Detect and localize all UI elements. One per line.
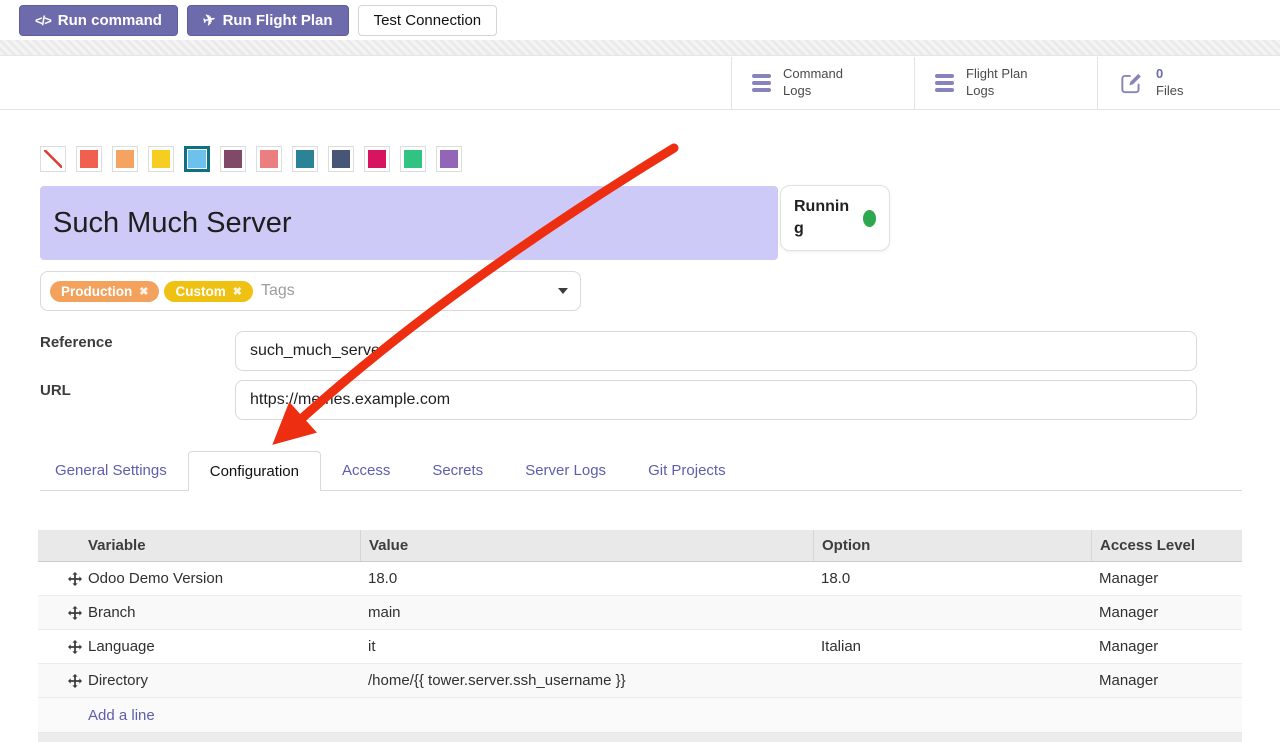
tab-git-projects[interactable]: Git Projects (627, 451, 747, 490)
url-value: https://memes.example.com (250, 391, 450, 409)
list-icon (935, 74, 954, 92)
drag-handle-icon[interactable] (68, 606, 88, 620)
files-count: 0 (1156, 66, 1163, 81)
remove-tag-icon[interactable]: ✖ (139, 285, 148, 298)
color-swatch-salmon-pink[interactable] (256, 146, 282, 172)
color-swatch-dark-blue[interactable] (328, 146, 354, 172)
table-row[interactable]: Odoo Demo Version 18.0 18.0 Manager (38, 562, 1242, 596)
run-command-label: Run command (58, 12, 162, 29)
url-input[interactable]: https://memes.example.com (235, 380, 1197, 420)
column-header-variable[interactable]: Variable (88, 530, 360, 561)
reference-value: such_much_server (250, 342, 385, 360)
drag-handle-icon[interactable] (68, 572, 88, 586)
cell-variable: Language (88, 638, 360, 655)
add-a-line-link[interactable]: Add a line (88, 707, 155, 724)
color-swatch-red[interactable] (76, 146, 102, 172)
files-label: Files (1156, 83, 1183, 98)
color-swatch-dark-purple[interactable] (220, 146, 246, 172)
tab-access[interactable]: Access (321, 451, 411, 490)
color-swatch-yellow[interactable] (148, 146, 174, 172)
action-bar: </> Run command ✈ Run Flight Plan Test C… (0, 0, 1280, 40)
table-row[interactable]: Language it Italian Manager (38, 630, 1242, 664)
tab-general-settings[interactable]: General Settings (40, 451, 188, 490)
cell-variable: Odoo Demo Version (88, 570, 360, 587)
cell-variable: Directory (88, 672, 360, 689)
tag-production-label: Production (61, 284, 132, 299)
remove-tag-icon[interactable]: ✖ (233, 285, 242, 298)
status-dot-icon (863, 210, 876, 227)
cell-value: it (360, 638, 813, 655)
list-icon (752, 74, 771, 92)
color-swatch-light-blue-selected[interactable] (184, 146, 210, 172)
reference-label: Reference (40, 334, 113, 351)
chevron-down-icon[interactable] (558, 288, 568, 294)
server-form-page: </> Run command ✈ Run Flight Plan Test C… (0, 0, 1280, 742)
table-row[interactable]: Branch main Manager (38, 596, 1242, 630)
page-background-strip (0, 40, 1280, 56)
tag-custom: Custom ✖ (164, 281, 252, 302)
tab-secrets[interactable]: Secrets (411, 451, 504, 490)
cell-access-level: Manager (1091, 604, 1242, 621)
table-footer-strip (38, 733, 1242, 742)
column-header-option[interactable]: Option (813, 530, 1091, 561)
tag-custom-label: Custom (175, 284, 225, 299)
color-swatch-no-color[interactable] (40, 146, 66, 172)
command-logs-label: Command Logs (783, 66, 869, 100)
table-header-row: Variable Value Option Access Level (38, 530, 1242, 562)
flight-plan-logs-button[interactable]: Flight Plan Logs (914, 57, 1097, 109)
sheet-header: Command Logs Flight Plan Logs 0 Files (0, 57, 1280, 110)
column-header-access-level[interactable]: Access Level (1091, 530, 1242, 561)
smart-buttons: Command Logs Flight Plan Logs 0 Files (731, 57, 1280, 109)
run-flight-plan-label: Run Flight Plan (223, 12, 333, 29)
files-count-label: 0 Files (1156, 66, 1183, 100)
cell-option: 18.0 (813, 570, 1091, 587)
cell-access-level: Manager (1091, 570, 1242, 587)
status-label: Running (794, 196, 850, 239)
no-color-icon (44, 150, 62, 168)
server-name-input[interactable]: Such Much Server (40, 186, 778, 260)
server-name-value: Such Much Server (53, 207, 292, 240)
flight-plan-logs-label: Flight Plan Logs (966, 66, 1052, 100)
files-button[interactable]: 0 Files (1097, 57, 1280, 109)
color-swatch-fuchsia[interactable] (364, 146, 390, 172)
test-connection-button[interactable]: Test Connection (358, 5, 498, 36)
cell-variable: Branch (88, 604, 360, 621)
url-label: URL (40, 382, 71, 399)
command-logs-button[interactable]: Command Logs (731, 57, 914, 109)
color-swatch-green[interactable] (400, 146, 426, 172)
configuration-variables-table: Variable Value Option Access Level Odoo … (38, 530, 1242, 733)
cell-access-level: Manager (1091, 672, 1242, 689)
run-command-button[interactable]: </> Run command (19, 5, 178, 36)
drag-handle-icon[interactable] (68, 674, 88, 688)
color-picker (40, 146, 462, 172)
color-swatch-orange[interactable] (112, 146, 138, 172)
tags-placeholder: Tags (261, 282, 553, 300)
cell-access-level: Manager (1091, 638, 1242, 655)
color-swatch-medium-blue[interactable] (292, 146, 318, 172)
server-status-badge: Running (780, 185, 890, 251)
tag-production: Production ✖ (50, 281, 159, 302)
add-line-row: Add a line (38, 698, 1242, 733)
test-connection-label: Test Connection (374, 12, 482, 29)
cell-value: /home/{{ tower.server.ssh_username }} (360, 672, 813, 689)
table-row[interactable]: Directory /home/{{ tower.server.ssh_user… (38, 664, 1242, 698)
edit-icon (1118, 70, 1144, 96)
tags-field[interactable]: Production ✖ Custom ✖ Tags (40, 271, 581, 311)
handle-column-header (38, 530, 88, 561)
tab-configuration[interactable]: Configuration (188, 451, 321, 490)
color-swatch-purple[interactable] (436, 146, 462, 172)
code-icon: </> (35, 13, 51, 28)
run-flight-plan-button[interactable]: ✈ Run Flight Plan (187, 5, 349, 36)
reference-input[interactable]: such_much_server (235, 331, 1197, 371)
cell-value: 18.0 (360, 570, 813, 587)
cell-value: main (360, 604, 813, 621)
cell-option: Italian (813, 638, 1091, 655)
notebook-tabs: General Settings Configuration Access Se… (40, 451, 1242, 491)
tab-server-logs[interactable]: Server Logs (504, 451, 627, 490)
drag-handle-icon[interactable] (68, 640, 88, 654)
plane-icon: ✈ (201, 10, 217, 30)
column-header-value[interactable]: Value (360, 530, 813, 561)
